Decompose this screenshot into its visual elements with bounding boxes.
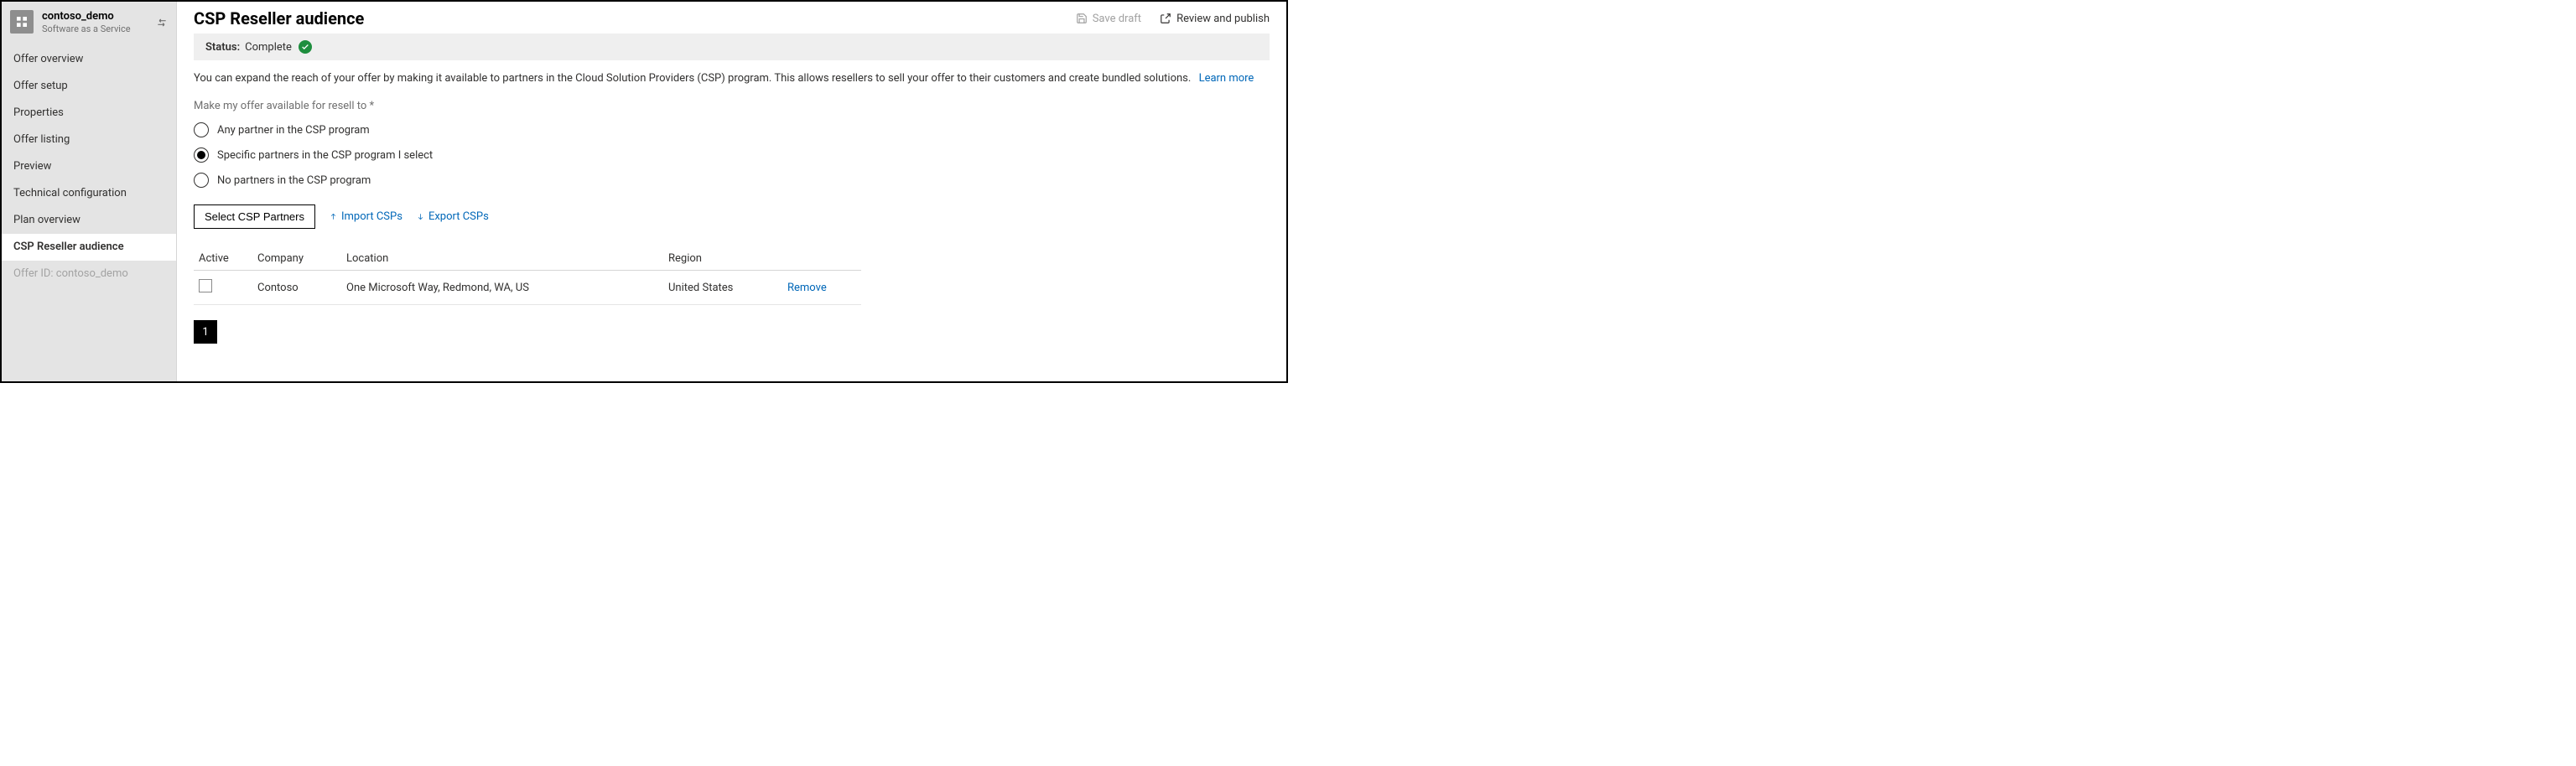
publish-icon — [1160, 13, 1171, 24]
select-csp-partners-button[interactable]: Select CSP Partners — [194, 204, 315, 229]
radio-specific-label: Specific partners in the CSP program I s… — [217, 149, 433, 162]
sidebar-item-csp-reseller-audience[interactable]: CSP Reseller audience — [2, 234, 176, 261]
page-1-button[interactable]: 1 — [194, 320, 217, 344]
col-active: Active — [194, 252, 257, 265]
save-icon — [1076, 13, 1088, 24]
sidebar-header: contoso_demo Software as a Service — [2, 2, 176, 41]
col-region: Region — [668, 252, 787, 265]
row-active-checkbox[interactable] — [199, 279, 212, 292]
table-header: Active Company Location Region — [194, 247, 861, 271]
status-complete-icon — [299, 40, 312, 54]
app-name: contoso_demo — [42, 10, 131, 23]
csp-table: Active Company Location Region Contoso O… — [194, 247, 861, 305]
upload-icon — [329, 212, 338, 221]
radio-any-label: Any partner in the CSP program — [217, 124, 370, 137]
sidebar-item-technical-configuration[interactable]: Technical configuration — [2, 180, 176, 207]
description-text: You can expand the reach of your offer b… — [194, 72, 1191, 85]
row-region: United States — [668, 282, 787, 294]
radio-icon — [194, 173, 209, 188]
check-icon — [301, 43, 309, 51]
save-draft-top-label: Save draft — [1093, 13, 1141, 25]
sidebar-nav: Offer overview Offer setup Properties Of… — [2, 46, 176, 287]
csp-actions-row: Select CSP Partners Import CSPs Export C… — [190, 204, 1273, 229]
swap-icon[interactable] — [156, 17, 168, 28]
status-value: Complete — [245, 41, 292, 54]
resell-radio-group: Any partner in the CSP program Specific … — [190, 122, 1273, 188]
review-publish-top-label: Review and publish — [1176, 13, 1270, 25]
title-actions: Save draft Review and publish — [1076, 13, 1270, 25]
titlebar: CSP Reseller audience Save draft Review … — [190, 8, 1273, 34]
radio-icon — [194, 122, 209, 137]
sidebar-offer-id: Offer ID: contoso_demo — [2, 261, 176, 287]
main: CSP Reseller audience Save draft Review … — [177, 2, 1286, 381]
resell-field-label: Make my offer available for resell to * — [190, 100, 1273, 112]
row-location: One Microsoft Way, Redmond, WA, US — [346, 282, 668, 294]
radio-none-label: No partners in the CSP program — [217, 174, 371, 187]
sidebar-item-offer-listing[interactable]: Offer listing — [2, 127, 176, 153]
table-row: Contoso One Microsoft Way, Redmond, WA, … — [194, 271, 861, 305]
radio-no-partners[interactable]: No partners in the CSP program — [194, 173, 1270, 188]
import-csps-link[interactable]: Import CSPs — [329, 210, 402, 223]
app-tile-icon — [10, 10, 34, 34]
sidebar-item-properties[interactable]: Properties — [2, 100, 176, 127]
page-title: CSP Reseller audience — [194, 8, 364, 28]
export-csps-link[interactable]: Export CSPs — [416, 210, 489, 223]
import-csps-label: Import CSPs — [341, 210, 402, 223]
sidebar: contoso_demo Software as a Service Offer… — [2, 2, 177, 381]
description: You can expand the reach of your offer b… — [190, 72, 1273, 85]
radio-specific-partners[interactable]: Specific partners in the CSP program I s… — [194, 148, 1270, 163]
grid-icon — [15, 15, 29, 28]
pager: 1 — [194, 320, 1270, 344]
app-subtitle: Software as a Service — [42, 23, 131, 34]
row-company: Contoso — [257, 282, 346, 294]
sidebar-item-offer-overview[interactable]: Offer overview — [2, 46, 176, 73]
learn-more-link[interactable]: Learn more — [1199, 72, 1254, 85]
save-draft-top-button: Save draft — [1076, 13, 1141, 25]
sidebar-item-offer-setup[interactable]: Offer setup — [2, 73, 176, 100]
col-location: Location — [346, 252, 668, 265]
sidebar-item-preview[interactable]: Preview — [2, 153, 176, 180]
row-remove-link[interactable]: Remove — [787, 282, 861, 294]
review-publish-top-button[interactable]: Review and publish — [1160, 13, 1270, 25]
download-icon — [416, 212, 425, 221]
status-label: Status: — [205, 41, 240, 54]
radio-any-partner[interactable]: Any partner in the CSP program — [194, 122, 1270, 137]
status-bar: Status: Complete — [194, 34, 1270, 60]
export-csps-label: Export CSPs — [428, 210, 489, 223]
radio-icon — [194, 148, 209, 163]
col-company: Company — [257, 252, 346, 265]
sidebar-item-plan-overview[interactable]: Plan overview — [2, 207, 176, 234]
